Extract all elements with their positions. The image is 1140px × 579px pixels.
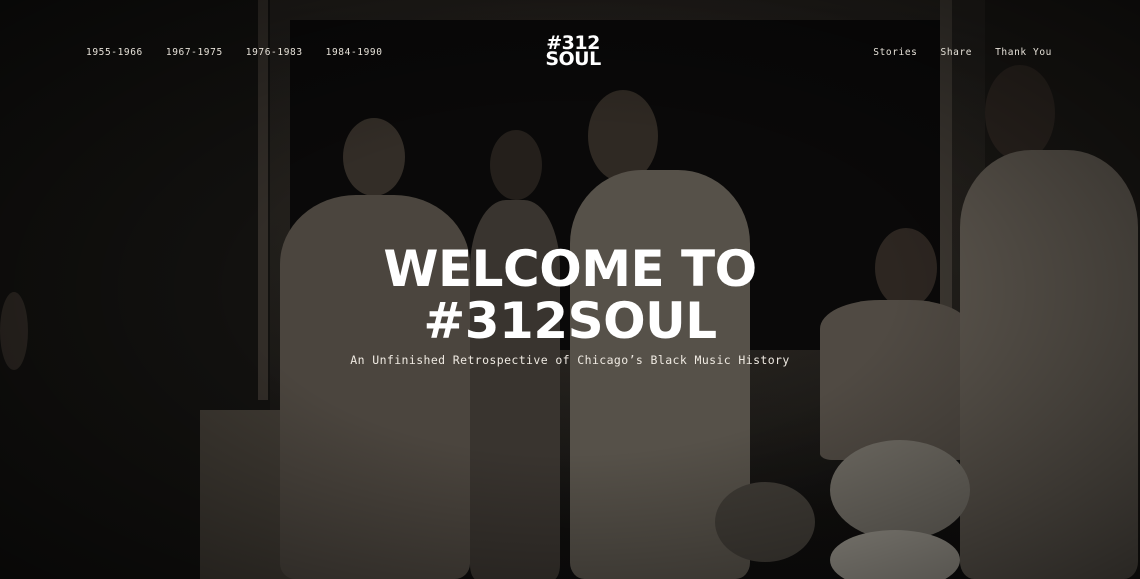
nav-era-1967-1975[interactable]: 1967-1975 (166, 47, 223, 58)
nav-stories[interactable]: Stories (873, 47, 917, 58)
nav-era-1984-1990[interactable]: 1984-1990 (326, 47, 383, 58)
hero-headline: WELCOME TO #312SOUL (0, 243, 1140, 347)
nav-era-1955-1966[interactable]: 1955-1966 (86, 47, 143, 58)
site-logo[interactable]: #312 SOUL (537, 34, 609, 70)
secondary-nav: Stories Share Thank You (873, 47, 1052, 58)
nav-thank-you[interactable]: Thank You (995, 47, 1052, 58)
hero-headline-line-2: #312SOUL (423, 292, 717, 350)
nav-share[interactable]: Share (941, 47, 973, 58)
hero-headline-line-1: WELCOME TO (383, 240, 757, 298)
hero-subtitle: An Unfinished Retrospective of Chicago’s… (350, 353, 790, 367)
hero-section: 1955-1966 1967-1975 1976-1983 1984-1990 … (0, 0, 1140, 579)
logo-line-2: SOUL (545, 48, 601, 70)
era-nav: 1955-1966 1967-1975 1976-1983 1984-1990 (86, 47, 383, 58)
nav-era-1976-1983[interactable]: 1976-1983 (246, 47, 303, 58)
